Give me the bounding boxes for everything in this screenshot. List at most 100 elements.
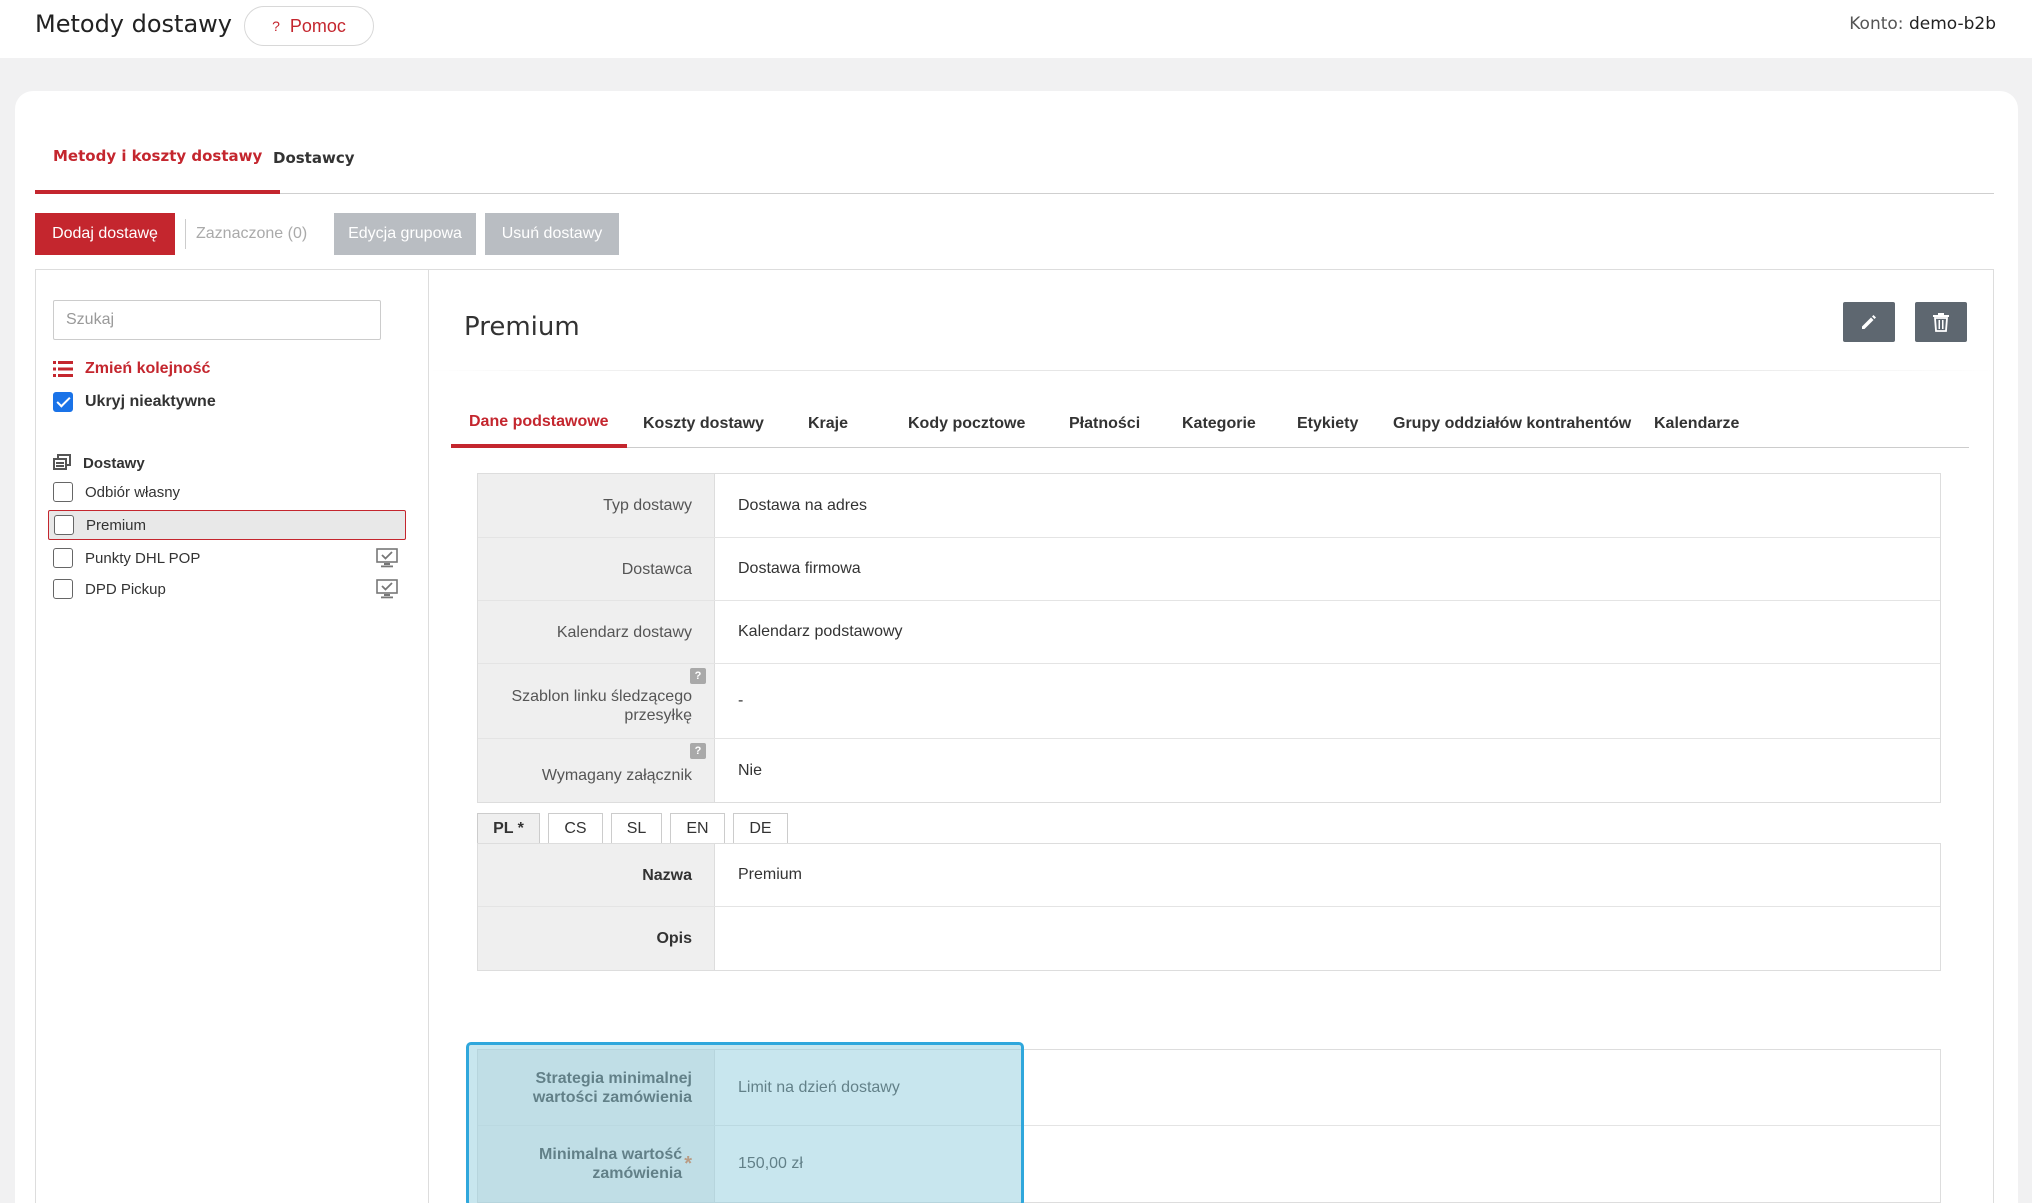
group-label: Dostawy [83,454,145,472]
tab-payments[interactable]: Płatności [1069,400,1140,448]
lang-tab-sl[interactable]: SL [611,813,662,843]
table-row: Typ dostawy Dostawa na adres [478,474,1940,538]
tab-basic-data[interactable]: Dane podstawowe [451,400,627,448]
field-value: Premium [738,866,803,883]
tab-suppliers[interactable]: Dostawcy [273,121,355,194]
field-label: Strategia minimalnej wartości zamówienia [478,1050,715,1125]
tab-categories[interactable]: Kategorie [1182,400,1256,448]
hide-inactive-toggle[interactable]: Ukryj nieaktywne [53,392,216,412]
question-icon: ? [272,18,280,34]
order-value-table: Strategia minimalnej wartości zamówienia… [477,1049,1941,1203]
field-value: - [738,692,744,709]
language-fields-table: Nazwa Premium Opis [477,843,1941,971]
field-label: Szablon linku śledzącego przesyłkę ? [478,664,715,738]
tab-delivery-costs[interactable]: Koszty dostawy [643,400,764,448]
field-label: Opis [478,907,715,970]
monitor-check-icon [376,548,398,572]
item-label: Punkty DHL POP [85,549,201,567]
lang-tab-cs[interactable]: CS [548,813,603,843]
item-label: Premium [86,516,147,534]
item-checkbox[interactable] [53,548,73,568]
table-row: Dostawca Dostawa firmowa [478,538,1940,601]
selected-count: Zaznaczone (0) [185,219,307,249]
stack-icon [53,454,71,470]
lang-tab-pl[interactable]: PL * [477,813,540,843]
reorder-label: Zmień kolejność [85,360,211,377]
item-checkbox[interactable] [53,579,73,599]
main-tabs: Metody i koszty dostawy Dostawcy [35,121,1994,194]
trash-icon [1933,313,1949,332]
edit-button[interactable] [1843,302,1895,342]
delivery-detail-panel: Premium Dane podstawowe Koszty dostawy K… [428,269,1994,1203]
table-row: Wymagany załącznik ? Nie [478,739,1940,802]
lang-tab-en[interactable]: EN [670,813,725,843]
bulk-edit-button[interactable]: Edycja grupowa [334,213,476,255]
top-bar: Metody dostawy ? Pomoc Konto: demo-b2b [0,0,2032,58]
field-label: Dostawca [478,538,715,600]
main-card: Metody i koszty dostawy Dostawcy Dodaj d… [15,91,2018,1203]
search-input[interactable] [53,300,381,340]
delete-deliveries-button[interactable]: Usuń dostawy [485,213,619,255]
item-checkbox[interactable] [54,515,74,535]
table-row: Opis [478,907,1940,970]
delete-button[interactable] [1915,302,1967,342]
table-row: Nazwa Premium [478,844,1940,907]
help-tooltip-icon[interactable]: ? [690,668,706,684]
list-item-dpd-pickup[interactable]: DPD Pickup [48,574,406,604]
field-label: Minimalna wartość zamówienia * [478,1126,715,1202]
help-button-label: Pomoc [289,15,346,36]
title-divider [429,370,1993,371]
tab-countries[interactable]: Kraje [808,400,848,448]
tab-calendars[interactable]: Kalendarze [1654,400,1739,448]
detail-title: Premium [464,312,580,342]
deliveries-group-header: Dostawy [53,454,145,472]
pencil-icon [1862,315,1876,329]
table-row: Minimalna wartość zamówienia * 150,00 zł [478,1126,1940,1202]
field-value: Nie [738,761,763,779]
list-item-odbior-wlasny[interactable]: Odbiór własny [48,477,406,507]
tab-labels[interactable]: Etykiety [1297,400,1358,448]
delivery-list-panel: Zmień kolejność Ukryj nieaktywne Dostawy… [35,269,428,1203]
table-row: Strategia minimalnej wartości zamówienia… [478,1050,1940,1126]
tab-postal-codes[interactable]: Kody pocztowe [908,400,1025,448]
field-label: Wymagany załącznik ? [478,739,715,802]
account-info: Konto: demo-b2b [1849,14,1996,34]
help-button[interactable]: ? Pomoc [244,6,374,46]
page-title: Metody dostawy [35,10,233,38]
item-label: DPD Pickup [85,580,166,598]
account-label: Konto: [1849,14,1904,34]
field-value: Dostawa na adres [738,496,867,514]
language-tabs: PL * CS SL EN DE [477,813,788,843]
field-label-text: Wymagany załącznik [541,767,692,784]
tab-branch-groups[interactable]: Grupy oddziałów kontrahentów [1393,400,1631,448]
field-value [715,907,1940,970]
field-label: Typ dostawy [478,474,715,537]
field-value: Dostawa firmowa [738,560,861,577]
hide-inactive-label: Ukryj nieaktywne [85,393,216,410]
item-label: Odbiór własny [85,483,181,501]
detail-tabs: Dane podstawowe Koszty dostawy Kraje Kod… [451,400,1969,448]
table-row: Kalendarz dostawy Kalendarz podstawowy [478,601,1940,664]
table-row: Szablon linku śledzącego przesyłkę ? - [478,664,1940,739]
toolbar: Dodaj dostawę Zaznaczone (0) Edycja grup… [35,213,835,255]
list-item-premium[interactable]: Premium [48,510,406,540]
basic-fields-table: Typ dostawy Dostawa na adres Dostawca Do… [477,473,1941,803]
help-tooltip-icon[interactable]: ? [690,743,706,759]
lang-tab-de[interactable]: DE [733,813,788,843]
reorder-link[interactable]: Zmień kolejność [53,360,210,378]
account-value: demo-b2b [1908,14,1996,34]
field-value: 150,00 zł [738,1155,803,1172]
tab-delivery-methods[interactable]: Metody i koszty dostawy [35,121,281,194]
list-item-dhl-pop[interactable]: Punkty DHL POP [48,543,406,573]
field-label: Kalendarz dostawy [478,601,715,663]
monitor-check-icon [376,579,398,603]
field-value: Limit na dzień dostawy [738,1078,900,1096]
add-delivery-button[interactable]: Dodaj dostawę [35,213,175,255]
required-asterisk: * [684,1152,692,1175]
item-checkbox[interactable] [53,482,73,502]
field-label: Nazwa [478,844,715,906]
field-value: Kalendarz podstawowy [738,623,903,640]
hide-inactive-checkbox[interactable] [53,392,73,412]
list-icon [53,361,73,377]
field-label-text: Szablon linku śledzącego przesyłkę [511,688,692,724]
